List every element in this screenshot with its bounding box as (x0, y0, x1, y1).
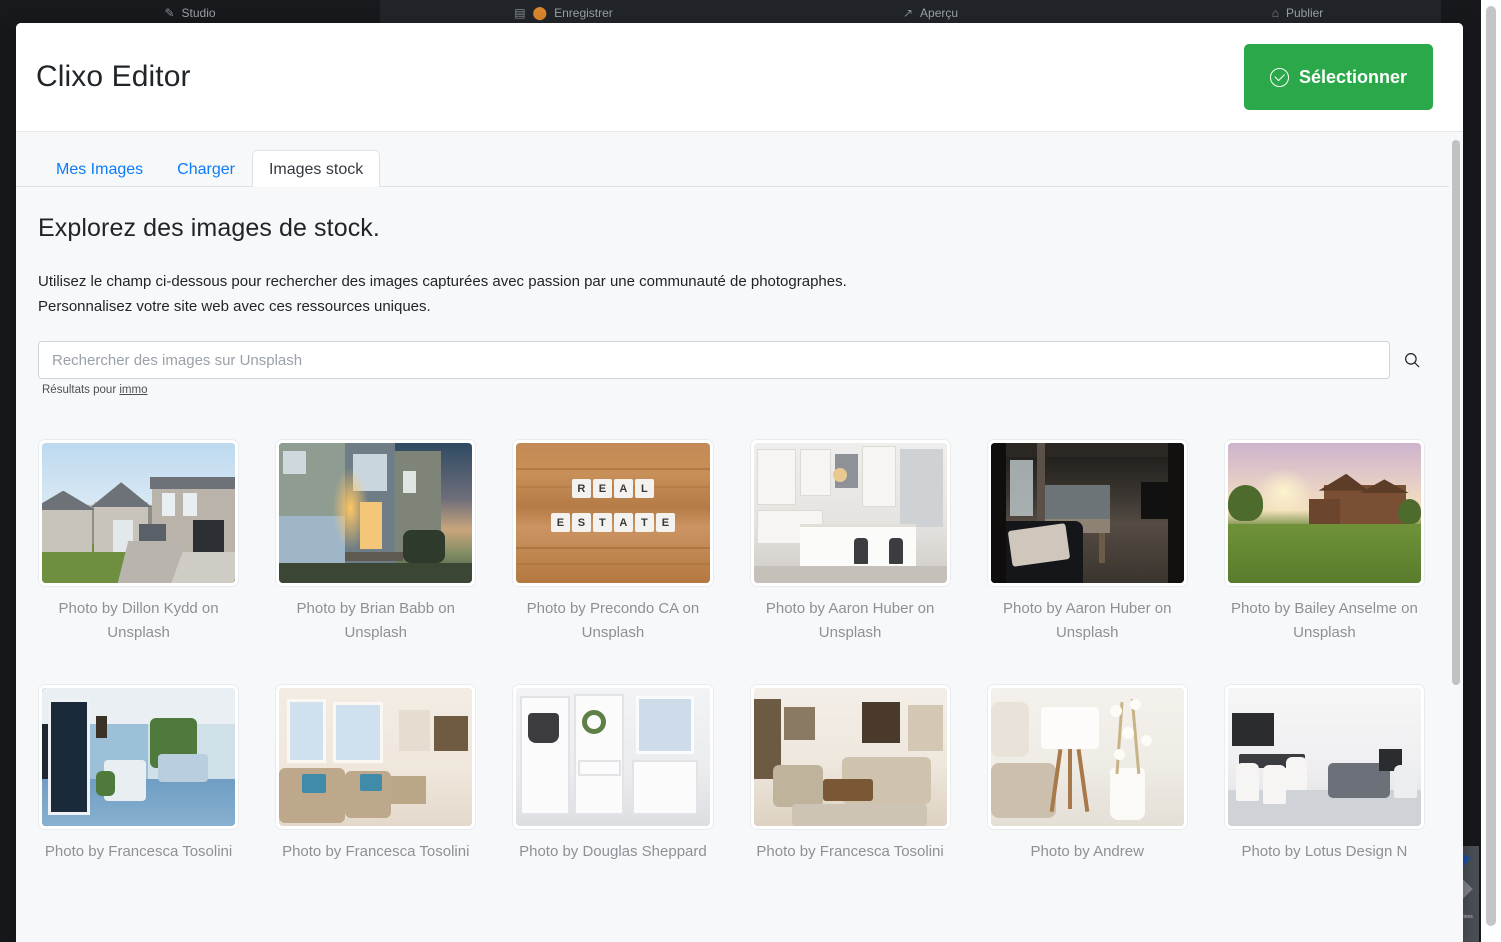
tab-charger[interactable]: Charger (160, 150, 252, 187)
stock-grid-row-2: Photo by Francesca Tosolini Photo by Fra… (38, 684, 1425, 864)
page-title: Clixo Editor (36, 60, 191, 93)
scrabble-tile: A (613, 479, 633, 499)
thumbnail-frame[interactable] (749, 684, 951, 830)
search-input[interactable] (38, 341, 1390, 379)
unsaved-dot-icon: ⬤ (532, 5, 548, 20)
toolbar-item-enregistrer-label: Enregistrer (554, 6, 613, 20)
stock-image-card[interactable]: Photo by Douglas Sheppard (512, 684, 714, 864)
results-for-text: Résultats pour (42, 384, 117, 396)
tab-images-stock[interactable]: Images stock (251, 150, 381, 187)
stock-image-card[interactable]: Photo by Brian Babb on Unsplash (275, 439, 477, 645)
thumbnail-lodge-on-lawn[interactable] (1227, 443, 1421, 583)
stock-image-caption: Photo by Aaron Huber on Unsplash (1003, 600, 1172, 641)
stock-image-caption: Photo by Francesca Tosolini (282, 843, 470, 860)
tab-mes-images[interactable]: Mes Images (39, 150, 160, 187)
save-icon: ▤ (514, 6, 526, 20)
select-button-label: Sélectionner (1298, 66, 1407, 87)
stock-image-caption: Photo by Francesca Tosolini (756, 843, 944, 860)
scrabble-tile: T (634, 513, 654, 532)
scrabble-tile: E (550, 513, 570, 532)
stock-image-caption: Photo by Dillon Kydd on Unsplash (58, 600, 219, 641)
stock-image-caption: Photo by Francesca Tosolini (44, 843, 233, 860)
thumbnail-frame[interactable] (275, 684, 477, 830)
stock-panel: Explorez des images de stock. Utilisez l… (16, 187, 1449, 864)
thumbnail-industrial-loft[interactable] (990, 443, 1184, 583)
scrabble-tile: A (613, 513, 633, 532)
modal-scrollbar-thumb[interactable] (1452, 140, 1460, 685)
clixo-editor-modal: Clixo Editor Sélectionner Mes Images Cha… (16, 23, 1463, 942)
results-query[interactable]: immo (119, 384, 147, 396)
thumbnail-white-mudroom[interactable] (516, 688, 710, 826)
search-row (38, 341, 1425, 379)
thumbnail-frame[interactable] (38, 684, 240, 830)
thumbnail-frame[interactable] (38, 439, 240, 587)
stock-image-caption: Photo by Douglas Sheppard (519, 843, 707, 860)
thumbnail-frame[interactable] (275, 439, 477, 587)
stock-image-card[interactable]: Photo by Aaron Huber on Unsplash (986, 439, 1188, 645)
upload-icon: ⌂ (1271, 6, 1279, 20)
modal-header: Clixo Editor Sélectionner (16, 23, 1463, 132)
thumbnail-warm-living-room[interactable] (753, 688, 947, 826)
stock-image-caption: Photo by Lotus Design N (1241, 843, 1408, 860)
select-button[interactable]: Sélectionner (1243, 44, 1433, 110)
scrabble-word-real: REAL (571, 479, 654, 499)
thumbnail-frame[interactable] (986, 684, 1188, 830)
stock-image-card[interactable]: Photo by Francesca Tosolini (38, 684, 240, 864)
modal-body: Mes Images Charger Images stock Explorez… (16, 132, 1463, 942)
stock-grid-row-1: Photo by Dillon Kydd on Unsplash Photo b… (38, 439, 1425, 645)
pencil-icon: ✎ (164, 6, 175, 20)
stock-image-caption: Photo by Brian Babb on Unsplash (296, 600, 455, 641)
scrabble-tile: E (655, 513, 675, 532)
thumbnail-real-estate-tiles[interactable]: REAL ESTATE (516, 443, 710, 583)
toolbar-item-studio-label: Studio (181, 6, 216, 20)
page-scrollbar-thumb[interactable] (1486, 6, 1496, 926)
stock-image-card[interactable]: Photo by Dillon Kydd on Unsplash (38, 439, 240, 645)
thumbnail-modern-house-dusk[interactable] (279, 443, 473, 583)
stock-image-card[interactable]: Photo by Andrew (986, 684, 1188, 864)
stock-image-caption: Photo by Aaron Huber on Unsplash (765, 600, 935, 641)
modal-scrollbar[interactable] (1449, 132, 1463, 942)
stock-image-card[interactable]: Photo by Aaron Huber on Unsplash (749, 439, 951, 645)
scrabble-tile: T (592, 513, 612, 532)
thumbnail-grey-dining-living[interactable] (1227, 688, 1421, 826)
stock-image-card[interactable]: Photo by Bailey Anselme on Unsplash (1223, 439, 1425, 645)
stock-image-caption: Photo by Precondo CA on Unsplash (526, 600, 700, 641)
stock-image-card[interactable]: REAL ESTATE Photo by Precondo CA on Unsp… (512, 439, 714, 645)
stock-description-line1: Utilisez le champ ci-dessous pour recher… (38, 273, 847, 290)
tab-bar: Mes Images Charger Images stock (16, 149, 1449, 187)
thumbnail-frame[interactable] (986, 439, 1188, 587)
thumbnail-white-kitchen-island[interactable] (753, 443, 947, 583)
stock-description-line2: Personnalisez votre site web avec ces re… (38, 298, 431, 315)
stock-image-card[interactable]: Photo by Francesca Tosolini (749, 684, 951, 864)
thumbnail-frame[interactable] (1223, 439, 1425, 587)
thumbnail-frame[interactable] (1223, 684, 1425, 830)
thumbnail-blue-porch[interactable] (42, 688, 236, 826)
thumbnail-frame[interactable] (749, 439, 951, 587)
search-submit-button[interactable] (1399, 345, 1425, 375)
thumbnail-lamp-and-flowers[interactable] (990, 688, 1184, 826)
scrabble-tile: S (571, 513, 591, 532)
stock-heading: Explorez des images de stock. (38, 214, 380, 242)
search-icon (1405, 353, 1420, 368)
toolbar-item-publier-label: Publier (1285, 6, 1324, 20)
stock-description: Utilisez le champ ci-dessous pour recher… (38, 269, 1425, 319)
scrabble-word-estate: ESTATE (550, 513, 675, 532)
stock-image-card[interactable]: Photo by Lotus Design N (1223, 684, 1425, 864)
page-scrollbar[interactable] (1481, 0, 1501, 942)
stock-image-card[interactable]: Photo by Francesca Tosolini (275, 684, 477, 864)
thumbnail-frame[interactable] (512, 684, 714, 830)
results-for-label: Résultats pour immo (38, 384, 1425, 396)
thumbnail-suburban-houses[interactable] (42, 443, 236, 583)
scrabble-tile: E (592, 479, 612, 499)
thumbnail-beige-living-room[interactable] (279, 688, 473, 826)
scrabble-tile: R (571, 479, 591, 499)
stock-image-caption: Photo by Andrew (1030, 843, 1144, 860)
toolbar-item-apercu-label: Aperçu (920, 6, 959, 20)
thumbnail-frame[interactable]: REAL ESTATE (512, 439, 714, 587)
check-circle-icon (1269, 67, 1289, 87)
scrabble-tile: L (634, 479, 654, 499)
external-link-icon: ↗ (902, 6, 914, 20)
stock-image-caption: Photo by Bailey Anselme on Unsplash (1231, 600, 1418, 641)
